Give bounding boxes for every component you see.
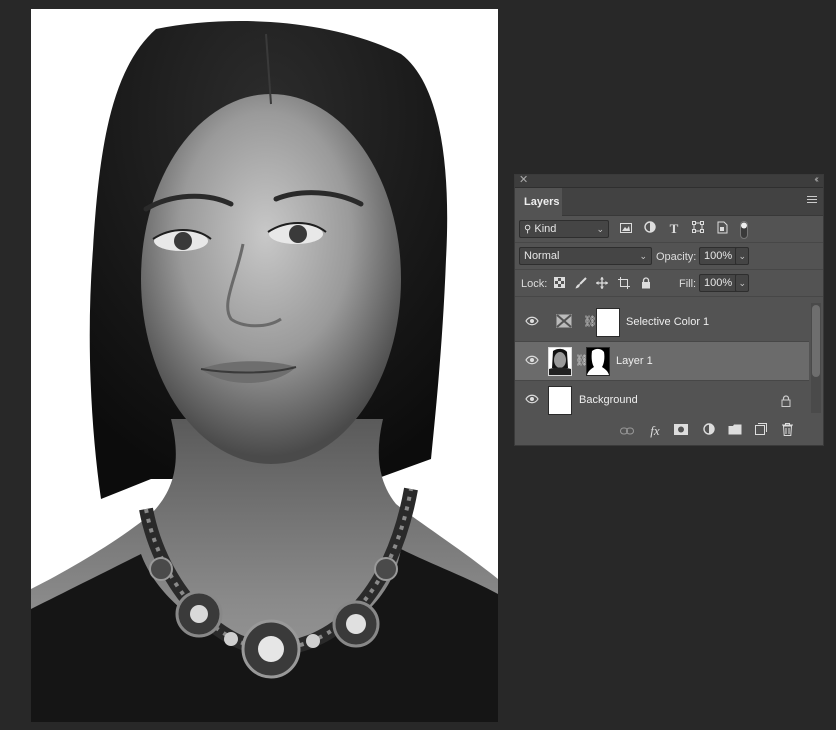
collapse-icon[interactable]: ‹‹ xyxy=(814,173,818,187)
chevron-down-icon: ⌄ xyxy=(596,224,604,234)
layer-name[interactable]: Background xyxy=(579,394,638,406)
panel-title-bar[interactable]: ✕ ‹‹ xyxy=(515,173,823,188)
opacity-slider-button[interactable]: ⌄ xyxy=(735,247,749,265)
layers-panel: ✕ ‹‹ Layers ⚲ Kind ⌄ T Normal ⌄ Opacity:… xyxy=(514,174,824,446)
delete-layer-icon[interactable] xyxy=(779,423,795,439)
layer-list: ⛓ Selective Color 1 ⛓ Layer 1 Background xyxy=(515,303,809,420)
image-filter-icon[interactable] xyxy=(618,221,634,237)
layer-list-scrollbar[interactable] xyxy=(811,303,821,413)
layer-thumbnail[interactable] xyxy=(548,347,572,376)
fill-value: 100% xyxy=(704,277,733,289)
filter-kind-dropdown[interactable]: ⚲ Kind ⌄ xyxy=(519,220,609,238)
panel-tab-row: Layers xyxy=(515,188,823,216)
tab-layers-label: Layers xyxy=(524,196,560,208)
layer-row-layer-1[interactable]: ⛓ Layer 1 xyxy=(515,342,809,381)
layer-mask-thumbnail[interactable] xyxy=(596,308,620,337)
eye-icon[interactable] xyxy=(525,316,539,326)
blend-mode-value: Normal xyxy=(524,250,560,262)
blend-row: Normal ⌄ Opacity: 100% ⌄ xyxy=(515,243,823,270)
lock-position-icon[interactable] xyxy=(595,277,608,290)
new-adjustment-icon[interactable] xyxy=(701,423,717,439)
smart-object-filter-icon[interactable] xyxy=(714,221,730,237)
lock-image-icon[interactable] xyxy=(574,277,587,290)
adjustment-layer-icon xyxy=(556,314,572,328)
close-icon[interactable]: ✕ xyxy=(519,173,528,187)
layer-row-background[interactable]: Background xyxy=(515,381,809,420)
panel-menu-icon[interactable] xyxy=(807,196,817,205)
filter-kind-label: Kind xyxy=(534,223,557,235)
shape-filter-icon[interactable] xyxy=(690,221,706,237)
layer-name[interactable]: Layer 1 xyxy=(616,355,653,367)
blend-mode-dropdown[interactable]: Normal ⌄ xyxy=(519,247,652,265)
layer-mask-thumbnail[interactable] xyxy=(586,347,610,376)
filter-toggle-icon[interactable] xyxy=(736,221,752,239)
fill-slider-button[interactable]: ⌄ xyxy=(735,274,749,292)
filter-row: ⚲ Kind ⌄ T xyxy=(515,216,823,243)
link-icon[interactable]: ⛓ xyxy=(583,315,597,328)
layers-bottom-toolbar: fx xyxy=(515,417,823,445)
layer-thumbnail[interactable] xyxy=(548,386,572,415)
eye-icon[interactable] xyxy=(525,355,539,365)
lock-row: Lock: Fill: 100% ⌄ xyxy=(515,270,823,297)
chevron-down-icon: ⌄ xyxy=(738,278,746,288)
lock-icon xyxy=(781,394,791,407)
lock-artboard-icon[interactable] xyxy=(617,277,630,290)
eye-icon[interactable] xyxy=(525,394,539,404)
canvas-document[interactable] xyxy=(31,9,498,722)
link-layers-icon[interactable] xyxy=(619,423,635,439)
lock-all-icon[interactable] xyxy=(639,277,652,290)
tab-layers[interactable]: Layers xyxy=(515,188,562,216)
layer-style-icon[interactable]: fx xyxy=(647,423,663,439)
search-icon: ⚲ xyxy=(524,224,532,235)
new-layer-icon[interactable] xyxy=(753,423,769,439)
lock-label: Lock: xyxy=(521,278,548,290)
layer-row-selective-color[interactable]: ⛓ Selective Color 1 xyxy=(515,303,809,342)
scrollbar-thumb[interactable] xyxy=(812,305,820,377)
lock-transparent-icon[interactable] xyxy=(553,277,566,290)
type-filter-icon[interactable]: T xyxy=(666,221,682,237)
fill-label: Fill: xyxy=(679,278,697,290)
chevron-down-icon: ⌄ xyxy=(639,251,647,261)
portrait-image xyxy=(31,21,498,722)
adjustment-filter-icon[interactable] xyxy=(642,221,658,237)
opacity-label: Opacity: xyxy=(656,251,697,263)
opacity-value: 100% xyxy=(704,250,733,262)
new-group-icon[interactable] xyxy=(727,423,743,439)
chevron-down-icon: ⌄ xyxy=(738,251,746,261)
layer-name[interactable]: Selective Color 1 xyxy=(626,316,709,328)
add-mask-icon[interactable] xyxy=(673,423,689,439)
